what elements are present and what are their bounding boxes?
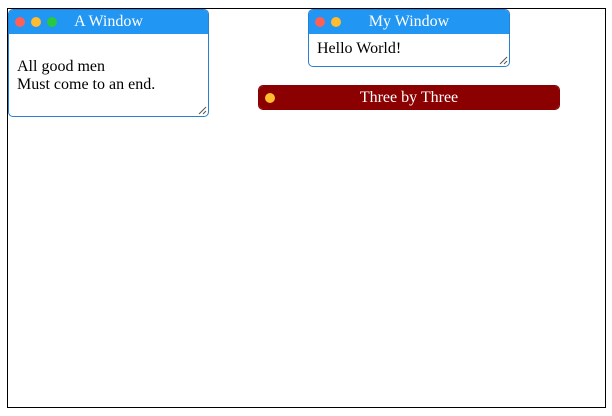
resize-grip-icon[interactable] (198, 106, 207, 115)
window-title: A Window (74, 13, 143, 30)
window-title: My Window (368, 13, 450, 30)
window-content: All good men Must come to an end. (9, 34, 208, 94)
window-controls (315, 17, 341, 27)
content-line: Must come to an end. (17, 76, 156, 93)
minimize-dot[interactable] (31, 17, 41, 27)
close-dot[interactable] (15, 17, 25, 27)
desktop-area: A Window All good men Must come to an en… (7, 8, 606, 408)
my-window[interactable]: My Window Hello World! (308, 9, 510, 67)
window-content: Hello World! (309, 34, 509, 58)
content-line: Hello World! (317, 40, 402, 57)
three-by-three-titlebar[interactable]: Three by Three (259, 86, 559, 109)
window-title: Three by Three (359, 89, 459, 106)
window-controls (15, 17, 57, 27)
my-window-titlebar[interactable]: My Window (309, 10, 509, 34)
three-by-three-window[interactable]: Three by Three (258, 85, 560, 110)
a-window-titlebar[interactable]: A Window (9, 10, 208, 34)
minimize-dot[interactable] (331, 17, 341, 27)
maximize-dot[interactable] (47, 17, 57, 27)
resize-grip-icon[interactable] (499, 56, 508, 65)
content-line: All good men (17, 58, 105, 75)
window-controls (265, 93, 275, 103)
minimize-dot[interactable] (265, 93, 275, 103)
a-window[interactable]: A Window All good men Must come to an en… (8, 9, 209, 117)
close-dot[interactable] (315, 17, 325, 27)
